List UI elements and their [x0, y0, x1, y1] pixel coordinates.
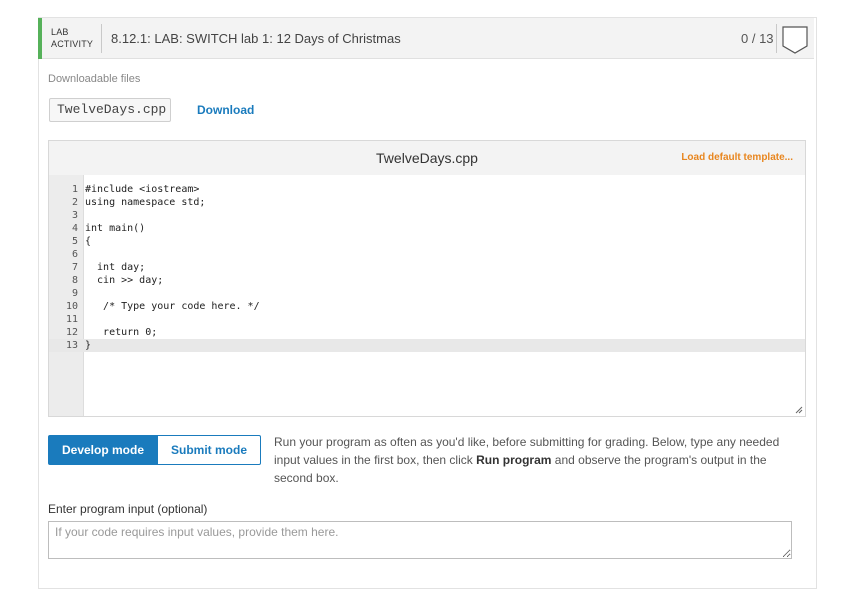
code-line[interactable]: 12 return 0; — [49, 326, 805, 339]
status-stripe — [38, 18, 42, 59]
code-line[interactable]: 7 int day; — [49, 261, 805, 274]
line-number: 11 — [65, 314, 78, 325]
line-number: 10 — [65, 301, 78, 312]
line-number: 5 — [71, 236, 78, 247]
lab-header: LAB ACTIVITY 8.12.1: LAB: SWITCH lab 1: … — [38, 18, 814, 59]
code-line[interactable]: 13} — [49, 339, 805, 352]
file-name-chip: TwelveDays.cpp — [49, 98, 171, 122]
code-line[interactable]: 2 using namespace std; — [49, 196, 805, 209]
program-input-label: Enter program input (optional) — [48, 502, 208, 516]
line-number: 1 — [71, 184, 78, 195]
run-instructions: Run your program as often as you'd like,… — [274, 433, 804, 487]
line-number: 6 — [71, 249, 78, 260]
code-text[interactable]: using namespace std; — [85, 196, 205, 209]
lab-title: 8.12.1: LAB: SWITCH lab 1: 12 Days of Ch… — [111, 31, 401, 46]
editor-header: TwelveDays.cpp Load default template... — [49, 141, 805, 175]
code-line[interactable]: 5{ — [49, 235, 805, 248]
lab-activity-card: LAB ACTIVITY 8.12.1: LAB: SWITCH lab 1: … — [38, 17, 817, 589]
code-text[interactable]: return 0; — [85, 326, 157, 339]
line-number: 12 — [65, 327, 78, 338]
code-text[interactable]: /* Type your code here. */ — [85, 300, 260, 313]
code-line[interactable]: 1 #include <iostream> — [49, 183, 805, 196]
badge-line-1: LAB — [51, 27, 69, 37]
line-number: 7 — [71, 262, 78, 273]
line-number: 3 — [71, 210, 78, 221]
code-text[interactable]: } — [85, 339, 91, 352]
code-area[interactable]: 1 #include <iostream> 2 using namespace std… — [49, 175, 805, 416]
code-line[interactable]: 3 — [49, 209, 805, 222]
code-line[interactable]: 8 cin >> day; — [49, 274, 805, 287]
score-divider — [776, 24, 777, 53]
code-text[interactable]: #include <iostream> — [85, 183, 199, 196]
downloadable-files-label: Downloadable files — [48, 73, 141, 85]
badge-line-2: ACTIVITY — [51, 39, 94, 49]
code-line[interactable]: 4 int main() — [49, 222, 805, 235]
code-text[interactable]: int main() — [85, 222, 145, 235]
download-link[interactable]: Download — [197, 103, 254, 117]
line-number: 13 — [65, 340, 78, 351]
line-number: 8 — [71, 275, 78, 286]
code-text[interactable]: cin >> day; — [85, 274, 163, 287]
code-line[interactable]: 11 — [49, 313, 805, 326]
mode-toggle: Develop mode Submit mode — [48, 435, 261, 465]
header-divider — [101, 24, 102, 53]
code-text[interactable]: { — [85, 235, 91, 248]
instructions-bold: Run program — [476, 453, 552, 467]
code-text[interactable]: int day; — [85, 261, 145, 274]
program-input-field[interactable] — [48, 521, 792, 559]
code-editor: TwelveDays.cpp Load default template... … — [48, 140, 806, 417]
code-line[interactable]: 6 — [49, 248, 805, 261]
completion-shield-icon — [782, 26, 808, 54]
submit-mode-button[interactable]: Submit mode — [157, 435, 261, 465]
load-default-template-link[interactable]: Load default template... — [681, 152, 793, 163]
line-number: 4 — [71, 223, 78, 234]
resize-grip-icon[interactable] — [795, 406, 803, 414]
code-line[interactable]: 9 — [49, 287, 805, 300]
line-number: 9 — [71, 288, 78, 299]
score-readout: 0 / 13 — [741, 31, 774, 46]
lab-activity-badge: LAB ACTIVITY — [51, 26, 93, 50]
line-number: 2 — [71, 197, 78, 208]
truncated-top-text: ············ — [36, 0, 72, 4]
code-line[interactable]: 10 /* Type your code here. */ — [49, 300, 805, 313]
develop-mode-button[interactable]: Develop mode — [48, 435, 158, 465]
